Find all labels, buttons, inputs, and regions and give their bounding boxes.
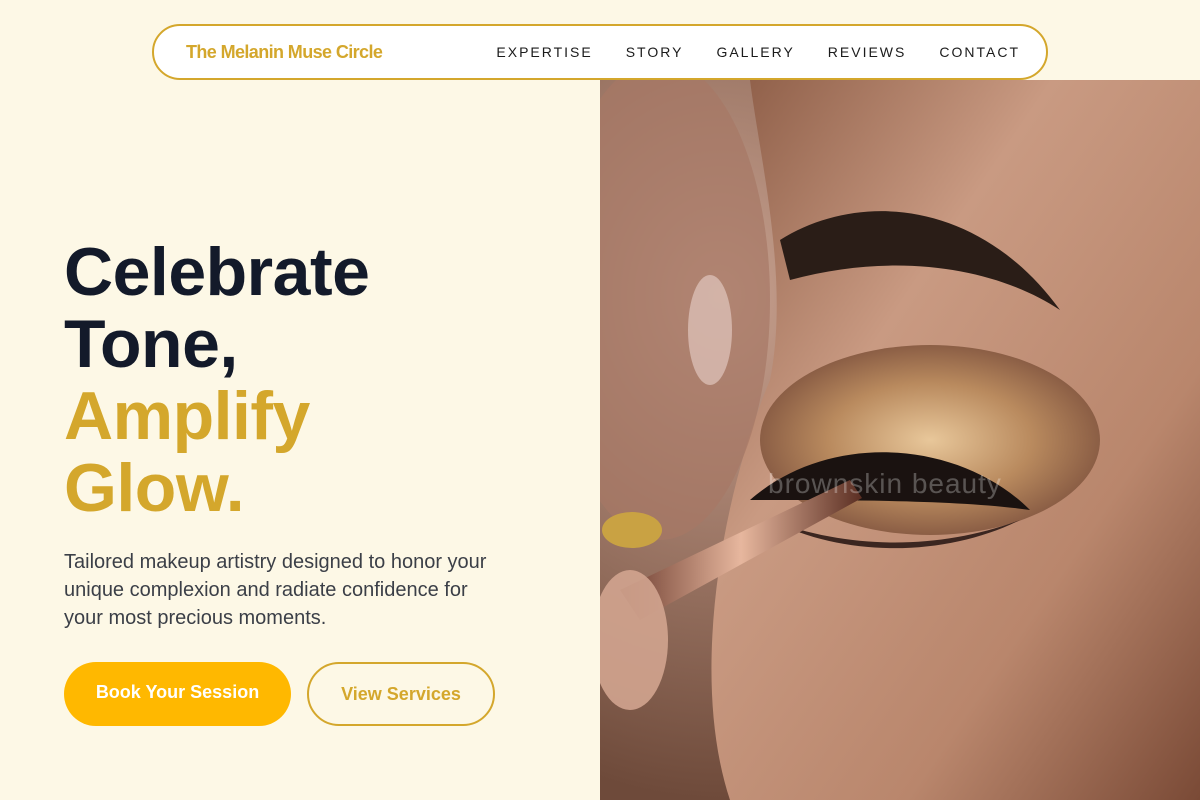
- hero-headline: Celebrate Tone, Amplify Glow.: [64, 236, 564, 524]
- headline-line-celebrate: Celebrate: [64, 234, 370, 310]
- hero-makeup-photo: brownskin beauty: [600, 80, 1200, 800]
- hero-text-section: Celebrate Tone, Amplify Glow. Tailored m…: [64, 236, 564, 632]
- headline-line-glow: Glow.: [64, 450, 245, 526]
- landing-page: The Melanin Muse Circle EXPERTISE STORY …: [0, 0, 1200, 800]
- headline-line-tone: Tone,: [64, 306, 238, 382]
- top-navigation: The Melanin Muse Circle EXPERTISE STORY …: [152, 24, 1048, 80]
- nav-link-expertise[interactable]: EXPERTISE: [496, 44, 592, 60]
- headline-line-amplify: Amplify: [64, 378, 310, 454]
- view-services-button[interactable]: View Services: [307, 662, 495, 726]
- nav-link-reviews[interactable]: REVIEWS: [828, 44, 907, 60]
- eye-makeup-illustration: [600, 80, 1200, 800]
- book-session-button[interactable]: Book Your Session: [64, 662, 291, 726]
- image-watermark: brownskin beauty: [768, 468, 1002, 499]
- nav-link-gallery[interactable]: GALLERY: [716, 44, 794, 60]
- hero-buttons: Book Your Session View Services: [64, 662, 495, 726]
- nav-links: EXPERTISE STORY GALLERY REVIEWS CONTACT: [496, 44, 1020, 60]
- brand-logo-text[interactable]: The Melanin Muse Circle: [186, 42, 383, 63]
- nav-link-story[interactable]: STORY: [626, 44, 684, 60]
- hero-subtext: Tailored makeup artistry designed to hon…: [64, 551, 487, 629]
- nav-link-contact[interactable]: CONTACT: [939, 44, 1020, 60]
